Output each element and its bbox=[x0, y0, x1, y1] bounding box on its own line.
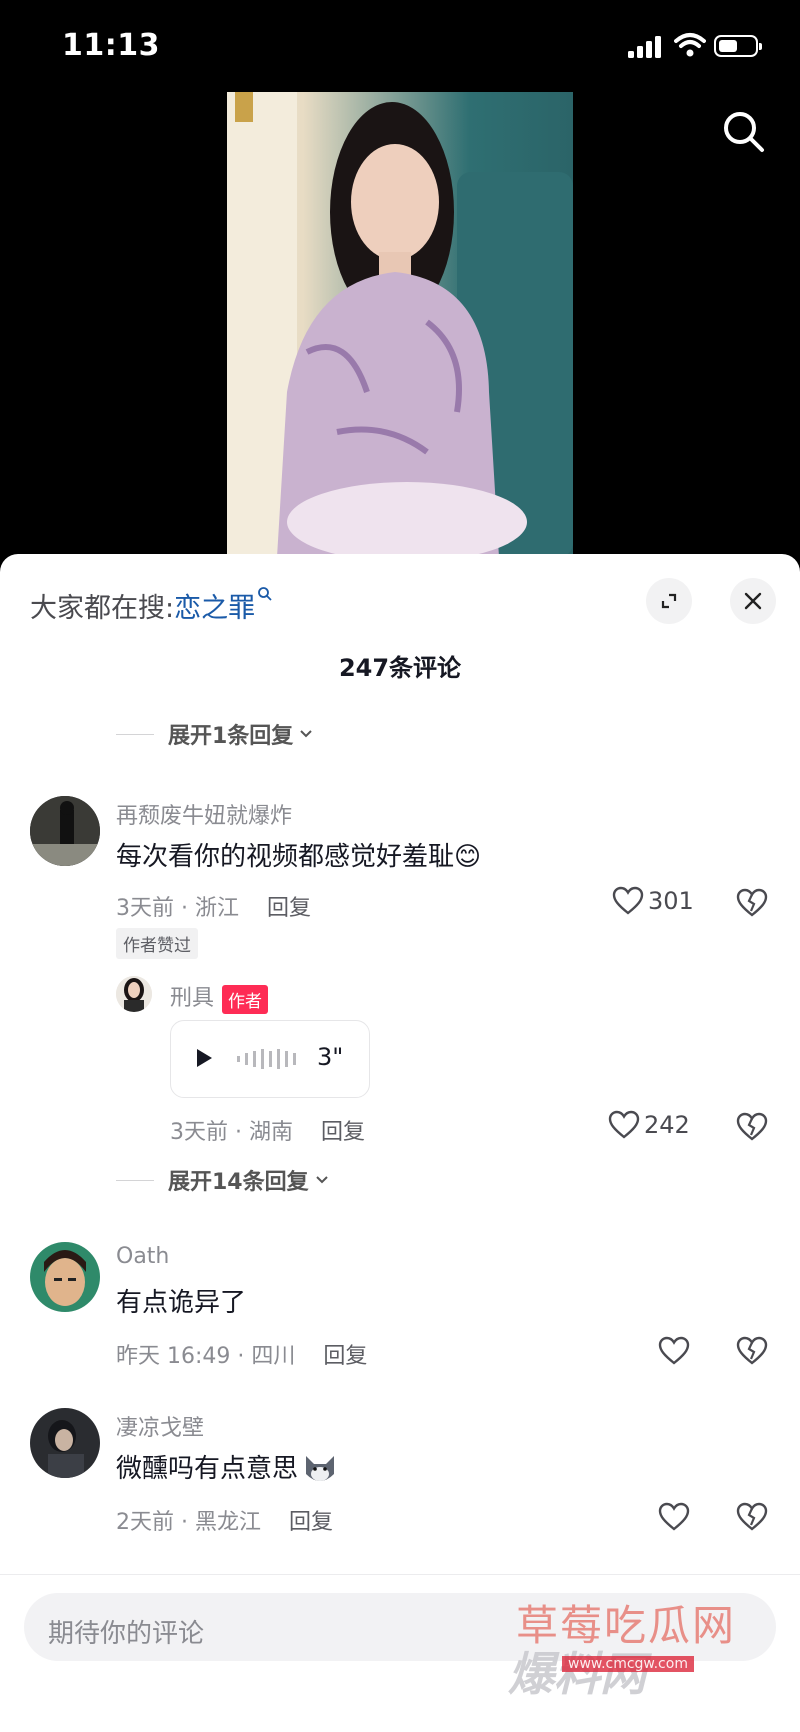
voice-message[interactable]: 3" bbox=[170, 1020, 370, 1098]
comment-sheet: 大家都在搜:恋之罪 247条评论 展开1条回复 再颓废牛妞就爆炸 每次看你的视频… bbox=[0, 554, 800, 1732]
chevron-down-icon bbox=[300, 730, 313, 738]
dislike-icon[interactable] bbox=[736, 888, 768, 918]
reply-button[interactable]: 回复 bbox=[321, 1120, 365, 1145]
avatar[interactable] bbox=[30, 796, 100, 866]
reply-time-location: 3天前 · 湖南 bbox=[170, 1120, 293, 1145]
signal-icon bbox=[628, 36, 661, 58]
author-liked-badge: 作者赞过 bbox=[116, 928, 198, 959]
reply-button[interactable]: 回复 bbox=[323, 1344, 367, 1369]
comment-meta: 昨天 16:49 · 四川 回复 bbox=[116, 1338, 367, 1370]
heart-icon[interactable] bbox=[658, 1336, 690, 1366]
comment-text: 每次看你的视频都感觉好羞耻😊 bbox=[116, 842, 482, 872]
voice-duration: 3" bbox=[317, 1043, 344, 1071]
expand-replies-label: 展开14条回复 bbox=[168, 1170, 309, 1195]
like-count: 301 bbox=[648, 887, 694, 915]
avatar-image bbox=[30, 1242, 100, 1312]
expand-sheet-button[interactable] bbox=[646, 578, 692, 624]
expand-replies-top[interactable]: 展开1条回复 bbox=[116, 718, 315, 750]
like-button[interactable]: 242 bbox=[608, 1110, 690, 1140]
avatar[interactable] bbox=[116, 976, 152, 1012]
avatar[interactable] bbox=[30, 1408, 100, 1478]
heart-icon bbox=[612, 886, 644, 915]
comment-time-location: 2天前 · 黑龙江 bbox=[116, 1510, 261, 1535]
comment-username[interactable]: 凄凉戈壁 bbox=[116, 1410, 204, 1442]
avatar[interactable] bbox=[30, 1242, 100, 1312]
video-player[interactable] bbox=[227, 92, 573, 557]
comment-count: 247条评论 bbox=[338, 654, 462, 682]
watermark: 草莓吃瓜网 爆料网 www.cmcgw.com bbox=[508, 1592, 798, 1702]
avatar-image bbox=[116, 976, 152, 1012]
comment-text-row: 微醺吗有点意思 bbox=[116, 1448, 338, 1486]
dislike-icon[interactable] bbox=[736, 1112, 768, 1142]
avatar-image bbox=[30, 1408, 100, 1478]
comment-meta: 2天前 · 黑龙江 回复 bbox=[116, 1504, 333, 1536]
comment-text: 微醺吗有点意思 bbox=[116, 1454, 299, 1484]
heart-icon[interactable] bbox=[658, 1502, 690, 1532]
battery-icon bbox=[714, 35, 762, 57]
reply-username-row: 刑具 作者 bbox=[170, 980, 269, 1014]
expand-icon bbox=[661, 593, 677, 609]
close-button[interactable] bbox=[730, 578, 776, 624]
status-time: 11:13 bbox=[62, 28, 160, 63]
author-tag: 作者 bbox=[222, 984, 269, 1014]
chevron-down-icon bbox=[315, 1176, 328, 1184]
avatar-image bbox=[30, 796, 100, 866]
hot-search-prefix: 大家都在搜: bbox=[30, 593, 175, 624]
reply-button[interactable]: 回复 bbox=[289, 1510, 333, 1535]
comment-time-location: 昨天 16:49 · 四川 bbox=[116, 1344, 296, 1369]
comment-input-placeholder: 期待你的评论 bbox=[48, 1619, 205, 1649]
search-small-icon bbox=[258, 587, 272, 601]
comment-username[interactable]: 再颓废牛妞就爆炸 bbox=[116, 798, 292, 830]
reply-meta: 3天前 · 湖南 回复 bbox=[170, 1114, 365, 1146]
wifi-icon bbox=[674, 33, 706, 57]
like-button[interactable]: 301 bbox=[612, 886, 694, 916]
comment-time-location: 3天前 · 浙江 bbox=[116, 896, 239, 921]
comment-text: 有点诡异了 bbox=[116, 1288, 247, 1318]
like-count: 242 bbox=[644, 1111, 690, 1139]
dislike-icon[interactable] bbox=[736, 1336, 768, 1366]
reply-button[interactable]: 回复 bbox=[267, 896, 311, 921]
expand-replies-top-label: 展开1条回复 bbox=[168, 724, 294, 749]
hot-search-keyword[interactable]: 恋之罪 bbox=[174, 593, 255, 624]
husky-emoji-icon bbox=[306, 1455, 335, 1481]
close-icon bbox=[744, 592, 762, 610]
search-icon[interactable] bbox=[722, 110, 766, 154]
expand-replies[interactable]: 展开14条回复 bbox=[116, 1164, 331, 1196]
status-bar: 11:13 bbox=[0, 0, 800, 90]
comment-meta: 3天前 · 浙江 回复 bbox=[116, 890, 311, 922]
heart-icon bbox=[608, 1110, 640, 1139]
video-frame-image bbox=[227, 92, 573, 557]
play-icon bbox=[197, 1049, 212, 1067]
hot-search[interactable]: 大家都在搜:恋之罪 bbox=[30, 586, 273, 625]
voice-waveform-icon bbox=[237, 1049, 296, 1069]
watermark-url: www.cmcgw.com bbox=[562, 1656, 694, 1672]
comment-username[interactable]: Oath bbox=[116, 1244, 169, 1269]
reply-username[interactable]: 刑具 bbox=[170, 986, 214, 1011]
dislike-icon[interactable] bbox=[736, 1502, 768, 1532]
